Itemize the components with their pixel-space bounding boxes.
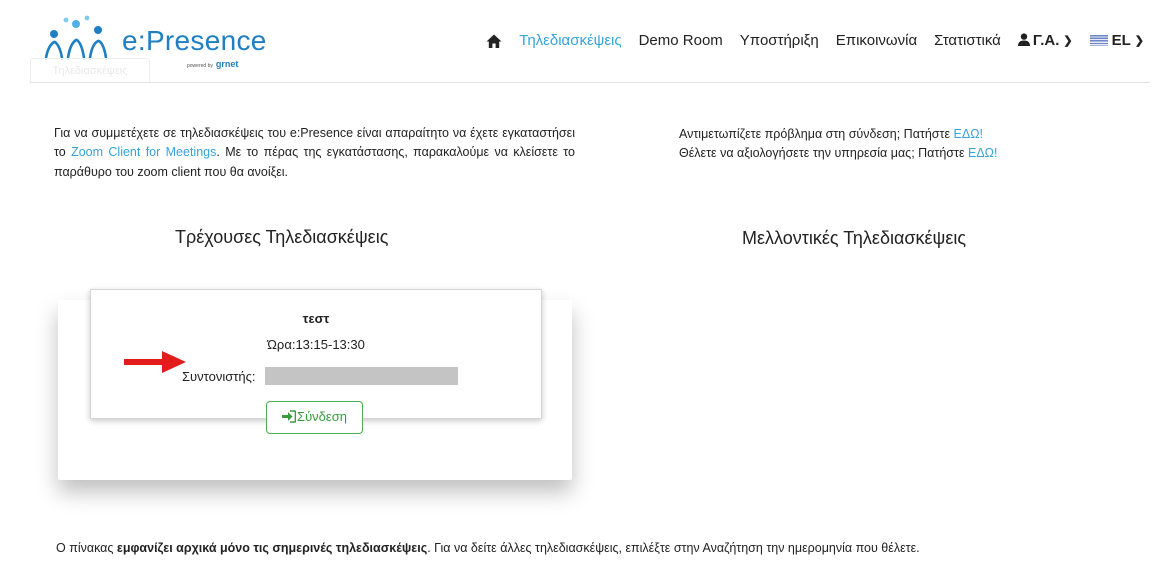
user-initials: Γ.Α. bbox=[1032, 32, 1060, 49]
tab-conferences[interactable]: Τηλεδιασκέψεις bbox=[30, 58, 150, 83]
main-nav: Τηλεδιασκέψεις Demo Room Υποστήριξη Επικ… bbox=[486, 32, 1144, 49]
user-menu[interactable]: Γ.Α. ❯ bbox=[1017, 32, 1073, 49]
nav-item-support[interactable]: Υποστήριξη bbox=[740, 32, 819, 49]
future-conferences-heading: Μελλοντικές Τηλεδιασκέψεις bbox=[742, 228, 967, 248]
people-logo-icon bbox=[44, 15, 108, 60]
tab-divider bbox=[30, 82, 1150, 83]
logo-org: powered by grnet bbox=[187, 59, 239, 69]
nav-item-statistics[interactable]: Στατιστικά bbox=[934, 32, 1001, 49]
meeting-title: τεστ bbox=[302, 311, 330, 326]
user-icon bbox=[1017, 33, 1030, 46]
zoom-client-link[interactable]: Zoom Client for Meetings bbox=[71, 145, 216, 159]
current-conferences-heading: Τρέχουσες Τηλεδιασκέψεις bbox=[175, 227, 389, 247]
nav-item-contact[interactable]: Επικοινωνία bbox=[836, 32, 917, 49]
intro-text: Για να συμμετέχετε σε τηλεδιασκέψεις του… bbox=[54, 126, 576, 179]
language-label: EL bbox=[1111, 32, 1131, 49]
connection-problem-link[interactable]: ΕΔΩ! bbox=[954, 127, 984, 141]
meeting-time: Ώρα:13:15-13:30 bbox=[267, 337, 365, 352]
sign-in-icon bbox=[282, 410, 297, 423]
connection-problem-line: Αντιμετωπίζετε πρόβλημα στη σύνδεση; Πατ… bbox=[679, 127, 984, 141]
home-icon[interactable] bbox=[486, 33, 502, 49]
header: e:Presence powered by grnet Τηλεδιασκέψει… bbox=[0, 0, 1166, 82]
greek-flag-icon bbox=[1089, 35, 1108, 46]
red-arrow-icon bbox=[124, 351, 186, 373]
rate-service-link[interactable]: ΕΔΩ! bbox=[968, 146, 998, 160]
logo-brand: e:Presence bbox=[122, 25, 267, 56]
nav-item-demo-room[interactable]: Demo Room bbox=[639, 32, 723, 49]
moderator-name-redacted bbox=[265, 367, 458, 385]
chevron-down-icon: ❯ bbox=[1134, 35, 1144, 47]
help-links: Αντιμετωπίζετε πρόβλημα στη σύνδεση; Πατ… bbox=[679, 125, 998, 164]
connect-label: Σύνδεση bbox=[297, 409, 347, 424]
chevron-down-icon: ❯ bbox=[1063, 35, 1073, 47]
nav-item-conferences[interactable]: Τηλεδιασκέψεις bbox=[519, 32, 621, 49]
language-menu[interactable]: EL ❯ bbox=[1089, 32, 1144, 49]
rate-service-line: Θέλετε να αξιολογήσετε την υπηρεσία μας;… bbox=[679, 146, 998, 161]
connect-button[interactable]: Σύνδεση bbox=[266, 401, 363, 434]
logo[interactable]: e:Presence powered by grnet bbox=[40, 14, 266, 69]
meeting-moderator-label: Συντονιστής: bbox=[182, 369, 256, 384]
footer-note: Ο πίνακας εμφανίζει αρχικά μόνο τις σημε… bbox=[56, 541, 920, 555]
